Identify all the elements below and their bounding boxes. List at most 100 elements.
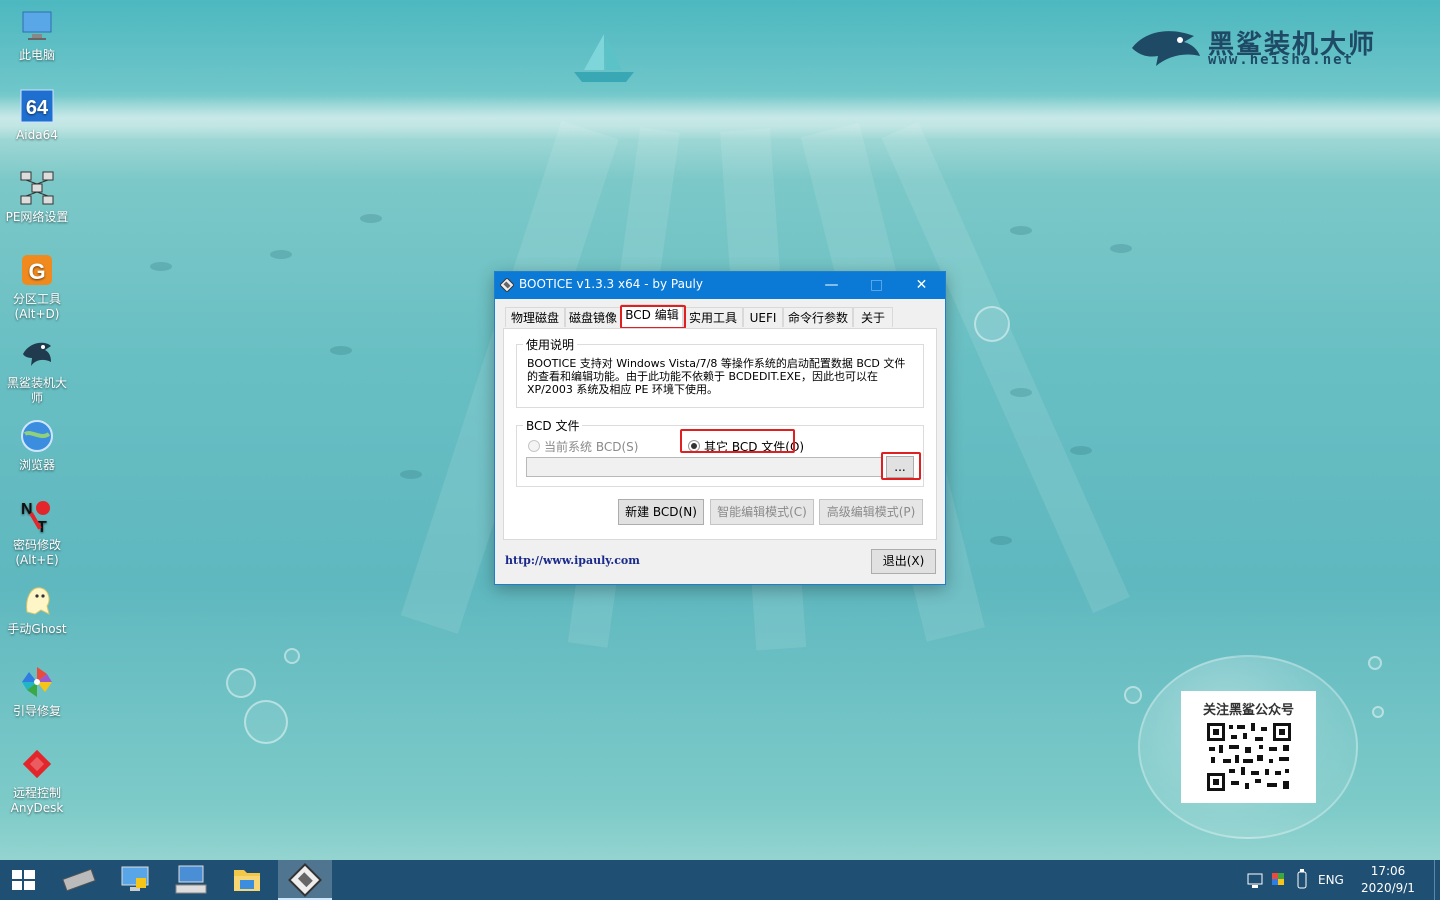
clock-time: 17:06	[1370, 864, 1406, 878]
bubble	[974, 306, 1010, 342]
bootice-window: BOOTICE v1.3.3 x64 - by Pauly — □ ✕ 物理磁盘…	[494, 271, 946, 585]
pinwheel-icon	[19, 664, 55, 700]
shark-logo-icon	[1132, 31, 1200, 66]
fish-silhouette	[990, 536, 1012, 545]
windows-start-icon	[12, 870, 35, 890]
website-link[interactable]: http://www.ipauly.com	[505, 554, 640, 567]
smart-edit-button[interactable]: 智能编辑模式(C)	[710, 499, 814, 525]
radio-indicator	[528, 440, 540, 452]
radio-current-bcd[interactable]: 当前系统 BCD(S)	[528, 438, 638, 454]
highlight-other-bcd	[680, 429, 795, 453]
desktop: 黑鲨装机大师 www.heisha.net 此电脑 64 Aida64 PE网络…	[0, 0, 1440, 860]
radio-current-label: 当前系统 BCD(S)	[544, 440, 639, 454]
desktop-icon-label: PE网络设置	[5, 210, 69, 224]
ghost-icon	[19, 582, 55, 618]
fish-silhouette	[1110, 244, 1132, 253]
system-tray	[1244, 860, 1324, 900]
sailboat-icon	[574, 34, 634, 82]
harddisk-icon	[62, 868, 96, 892]
bcd-path-input[interactable]	[526, 457, 882, 477]
clock-date: 2020/9/1	[1361, 881, 1415, 895]
desktop-icon-label: 分区工具 (Alt+D)	[12, 292, 61, 321]
tab-utilities[interactable]: 实用工具	[683, 307, 743, 327]
taskbar-file-explorer[interactable]	[220, 860, 274, 900]
desktop-icon-label: 远程控制 AnyDesk	[10, 786, 64, 815]
fish-silhouette	[270, 250, 292, 259]
desktop-icon-password[interactable]: NT 密码修改 (Alt+E)	[2, 498, 72, 568]
taskbar-bootice[interactable]	[278, 860, 332, 900]
desktop-icon-boot-repair[interactable]: 引导修复	[2, 664, 72, 719]
aida64-icon: 64	[19, 88, 55, 124]
fish-silhouette	[1070, 446, 1092, 455]
fish-silhouette	[400, 470, 422, 479]
qr-code-icon	[1205, 721, 1293, 793]
desktop-icon-ghost[interactable]: 手动Ghost	[2, 582, 72, 637]
tab-disk-image[interactable]: 磁盘镜像	[565, 307, 621, 327]
maximize-button[interactable]: □	[854, 272, 899, 299]
taskbar-computer-manager[interactable]	[108, 860, 162, 900]
password-icon: NT	[19, 498, 55, 536]
network-icon	[19, 170, 55, 206]
bubble	[1124, 686, 1142, 704]
app-icon	[500, 278, 514, 292]
desktop-icon-heisha[interactable]: 黑鲨装机大 师	[2, 336, 72, 406]
tab-about[interactable]: 关于	[853, 307, 893, 327]
desktop-icon-label: 浏览器	[18, 458, 55, 472]
partition-icon: G	[19, 252, 55, 288]
fish-silhouette	[360, 214, 382, 223]
close-button[interactable]: ✕	[899, 272, 944, 299]
tab-cmdline-params[interactable]: 命令行参数	[783, 307, 853, 327]
bubble	[226, 668, 256, 698]
folder-icon	[234, 870, 260, 891]
bubble	[1372, 706, 1384, 718]
taskbar-terminal[interactable]	[164, 860, 218, 900]
computer-icon	[19, 8, 55, 44]
tab-uefi[interactable]: UEFI	[743, 307, 783, 327]
bootice-icon	[288, 863, 322, 897]
brand-url: www.heisha.net	[1208, 52, 1355, 68]
desktop-icon-aida64[interactable]: 64 Aida64	[2, 88, 72, 143]
highlight-bcd-tab	[620, 305, 686, 329]
desktop-icon-partition-tool[interactable]: G 分区工具 (Alt+D)	[2, 252, 72, 322]
shark-icon	[19, 336, 55, 372]
show-desktop-button[interactable]	[1434, 860, 1440, 900]
fish-silhouette	[1010, 388, 1032, 397]
monitor-icon	[121, 866, 149, 891]
brand-logo: 黑鲨装机大师 www.heisha.net	[1128, 22, 1398, 78]
desktop-icon-label: 密码修改 (Alt+E)	[12, 538, 61, 567]
bubble	[1368, 656, 1382, 670]
browser-icon	[19, 418, 55, 454]
svg-text:64: 64	[26, 97, 49, 119]
minimize-button[interactable]: —	[809, 272, 854, 299]
desktop-icon-label: 手动Ghost	[7, 622, 67, 636]
advanced-edit-button[interactable]: 高级编辑模式(P)	[819, 499, 923, 525]
desktop-icon-pe-network[interactable]: PE网络设置	[2, 170, 72, 225]
tray-icons	[1247, 869, 1307, 889]
bubble	[284, 648, 300, 664]
taskbar-disk-tool[interactable]	[52, 860, 106, 900]
start-button[interactable]	[0, 860, 46, 900]
tab-physical-disk[interactable]: 物理磁盘	[505, 307, 565, 327]
language-indicator[interactable]: ENG	[1318, 860, 1348, 900]
keyboard-monitor-icon	[175, 865, 207, 894]
anydesk-icon	[19, 746, 55, 782]
fish-silhouette	[150, 262, 172, 271]
desktop-icon-browser[interactable]: 浏览器	[2, 418, 72, 473]
bubble	[244, 700, 288, 744]
usage-description: BOOTICE 支持对 Windows Vista/7/8 等操作系统的启动配置…	[527, 357, 906, 396]
qr-title: 关注黑鲨公众号	[1202, 703, 1294, 718]
desktop-icon-label: Aida64	[16, 128, 58, 142]
desktop-icon-label: 引导修复	[12, 704, 61, 718]
fish-silhouette	[1010, 226, 1032, 235]
usage-legend: 使用说明	[523, 336, 578, 353]
bcd-file-legend: BCD 文件	[523, 417, 583, 434]
window-titlebar[interactable]: BOOTICE v1.3.3 x64 - by Pauly — □ ✕	[495, 272, 945, 299]
desktop-icon-this-pc[interactable]: 此电脑	[2, 8, 72, 63]
new-bcd-button[interactable]: 新建 BCD(N)	[618, 499, 704, 525]
highlight-browse	[881, 452, 921, 480]
svg-text:G: G	[28, 259, 45, 284]
exit-button[interactable]: 退出(X)	[871, 549, 936, 574]
clock[interactable]: 17:06 2020/9/1	[1352, 863, 1424, 897]
fish-silhouette	[330, 346, 352, 355]
desktop-icon-anydesk[interactable]: 远程控制 AnyDesk	[2, 746, 72, 816]
